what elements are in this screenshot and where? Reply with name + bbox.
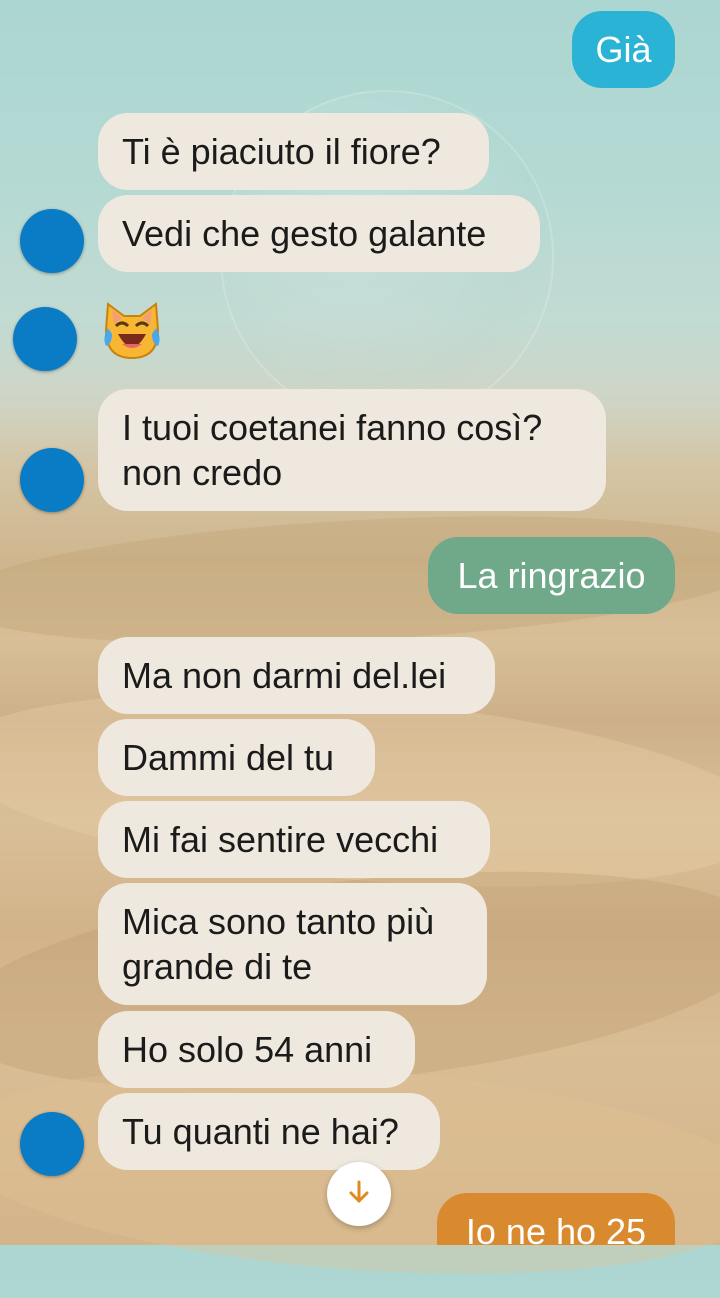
sender-avatar[interactable]	[20, 448, 84, 512]
message-outgoing[interactable]: Io ne ho 25	[437, 1193, 675, 1245]
message-incoming[interactable]: Ma non darmi del.lei	[98, 637, 495, 714]
scroll-to-bottom-button[interactable]	[327, 1162, 391, 1226]
message-incoming[interactable]: Ho solo 54 anni	[98, 1011, 415, 1088]
arrow-down-icon	[344, 1177, 374, 1212]
message-incoming[interactable]: Dammi del tu	[98, 719, 375, 796]
message-incoming[interactable]: Tu quanti ne hai?	[98, 1093, 440, 1170]
message-incoming[interactable]: Ti è piaciuto il fiore?	[98, 113, 489, 190]
message-incoming[interactable]: Vedi che gesto galante	[98, 195, 540, 272]
cat-laughing-emoji-icon[interactable]	[100, 300, 164, 362]
message-incoming[interactable]: Mi fai sentire vecchi	[98, 801, 490, 878]
sender-avatar[interactable]	[20, 209, 84, 273]
message-outgoing[interactable]: Già	[572, 11, 675, 88]
sender-avatar[interactable]	[13, 307, 77, 371]
message-outgoing[interactable]: La ringrazio	[428, 537, 675, 614]
sender-avatar[interactable]	[20, 1112, 84, 1176]
message-incoming[interactable]: I tuoi coetanei fanno così? non credo	[98, 389, 606, 511]
message-incoming[interactable]: Mica sono tanto più grande di te	[98, 883, 487, 1005]
